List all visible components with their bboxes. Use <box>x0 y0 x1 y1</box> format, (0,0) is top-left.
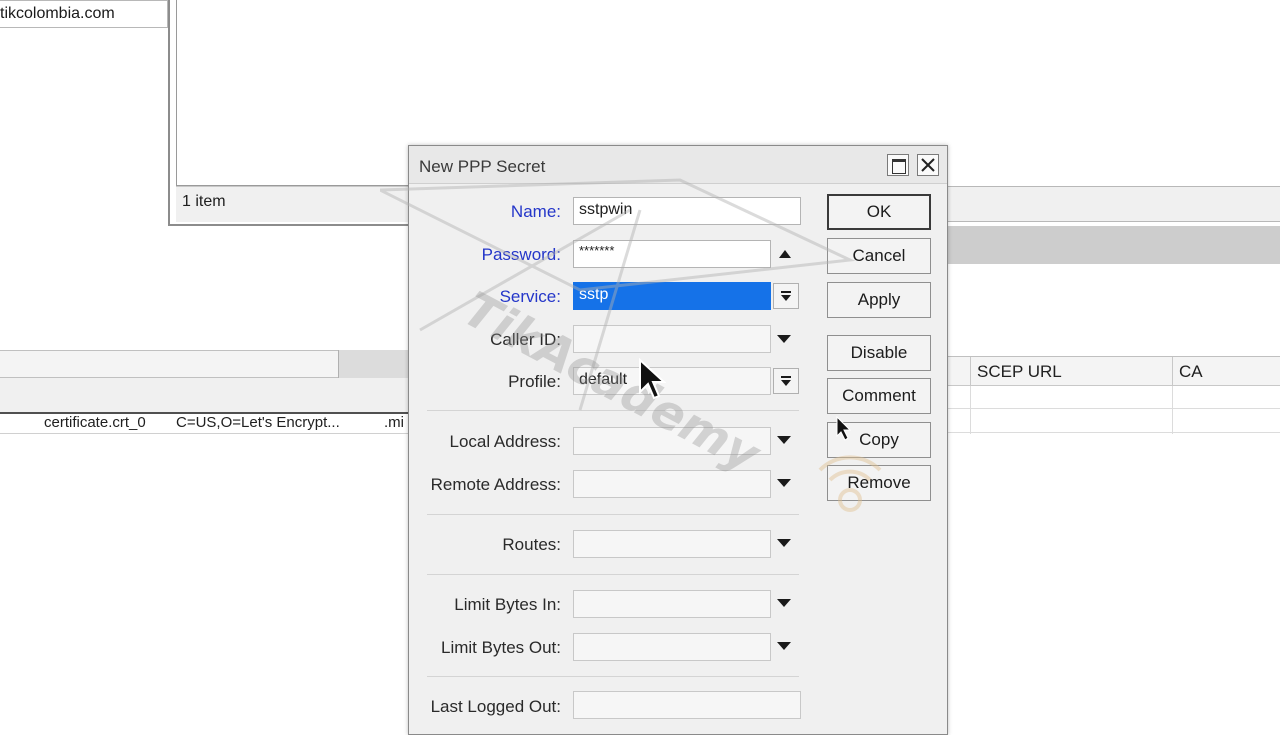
background-table-row[interactable]: certificate.crt_0 C=US,O=Let's Encrypt..… <box>0 414 410 434</box>
column-header-scep-url[interactable]: SCEP URL <box>970 357 1172 387</box>
service-value: sstp <box>579 286 609 303</box>
password-label: Password: <box>481 245 561 264</box>
routes-label: Routes: <box>502 535 561 554</box>
separator <box>427 514 799 515</box>
remote-address-dropdown-icon[interactable] <box>777 479 791 487</box>
limit-bytes-in-field[interactable] <box>573 590 771 618</box>
caller-id-dropdown-icon[interactable] <box>777 335 791 343</box>
local-address-label: Local Address: <box>449 432 561 451</box>
name-field[interactable]: sstpwin <box>573 197 801 225</box>
limit-bytes-in-dropdown-icon[interactable] <box>777 599 791 607</box>
limit-bytes-out-field[interactable] <box>573 633 771 661</box>
background-table-band <box>0 378 410 414</box>
dialog-titlebar[interactable]: New PPP Secret <box>409 146 947 184</box>
comment-button[interactable]: Comment <box>827 378 931 414</box>
separator <box>427 410 799 411</box>
background-right-toolbar <box>946 226 1280 264</box>
background-item-count: 1 item <box>182 193 226 210</box>
maximize-button[interactable] <box>887 154 909 176</box>
service-select[interactable]: sstp <box>573 282 771 310</box>
last-logged-out-field <box>573 691 801 719</box>
background-cert-subject: C=US,O=Let's Encrypt... <box>176 414 340 431</box>
routes-dropdown-icon[interactable] <box>777 539 791 547</box>
background-cert-extra: .mi <box>384 414 404 431</box>
close-icon <box>921 158 935 172</box>
local-address-field[interactable] <box>573 427 771 455</box>
background-status-bar: 1 item <box>176 186 410 222</box>
dialog-title: New PPP Secret <box>419 157 546 176</box>
password-toggle-up-icon[interactable] <box>779 250 791 258</box>
apply-button[interactable]: Apply <box>827 282 931 318</box>
limit-bytes-in-label: Limit Bytes In: <box>454 595 561 614</box>
profile-select[interactable]: default <box>573 367 771 395</box>
password-field[interactable]: ******* <box>573 240 771 268</box>
name-label: Name: <box>510 202 561 221</box>
background-right-status-strip <box>946 186 1280 222</box>
background-address-cell: tikcolombia.com <box>0 0 168 28</box>
background-right-table-rows <box>946 386 1280 434</box>
copy-button[interactable]: Copy <box>827 422 931 458</box>
new-ppp-secret-dialog: New PPP Secret Name: sstpwin Password: *… <box>408 145 948 735</box>
background-address-text: tikcolombia.com <box>0 5 115 22</box>
separator <box>427 676 799 677</box>
background-table-header-cell <box>338 350 410 378</box>
close-button[interactable] <box>917 154 939 176</box>
caller-id-field[interactable] <box>573 325 771 353</box>
service-label: Service: <box>499 287 561 306</box>
local-address-dropdown-icon[interactable] <box>777 436 791 444</box>
remote-address-field[interactable] <box>573 470 771 498</box>
ok-button[interactable]: OK <box>827 194 931 230</box>
remote-address-label: Remote Address: <box>430 475 561 494</box>
cancel-button[interactable]: Cancel <box>827 238 931 274</box>
background-right-table-header: SCEP URL CA <box>946 356 1280 387</box>
limit-bytes-out-dropdown-icon[interactable] <box>777 642 791 650</box>
service-dropdown-icon[interactable] <box>773 283 799 309</box>
background-list-area <box>176 0 410 186</box>
column-header-ca[interactable]: CA <box>1172 357 1280 387</box>
background-cert-name: certificate.crt_0 <box>44 414 146 431</box>
routes-field[interactable] <box>573 530 771 558</box>
last-logged-out-label: Last Logged Out: <box>430 697 561 716</box>
separator <box>427 574 799 575</box>
remove-button[interactable]: Remove <box>827 465 931 501</box>
disable-button[interactable]: Disable <box>827 335 931 371</box>
profile-label: Profile: <box>508 372 561 391</box>
limit-bytes-out-label: Limit Bytes Out: <box>441 638 561 657</box>
caller-id-label: Caller ID: <box>490 330 561 349</box>
profile-dropdown-icon[interactable] <box>773 368 799 394</box>
